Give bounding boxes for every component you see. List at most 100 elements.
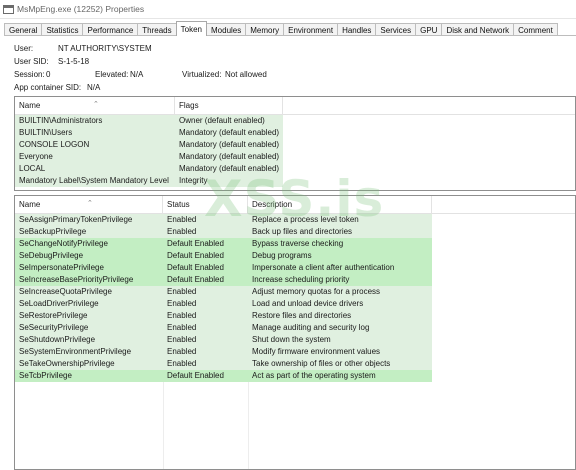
privileges-header: Name ⌃ Status Description — [15, 196, 575, 214]
group-row[interactable]: Everyone Mandatory (default enabled) — [15, 151, 283, 163]
privilege-row[interactable]: SeShutdownPrivilege Enabled Shut down the … — [15, 334, 432, 346]
tab-strip: General Statistics Performance Threads Token… — [4, 21, 558, 36]
window-app-icon — [3, 4, 14, 14]
privileges-col-name-label: Name — [19, 200, 41, 209]
sort-ascending-icon: ⌃ — [93, 101, 99, 108]
privilege-name: SeIncreaseQuotaPrivilege — [19, 287, 112, 296]
privilege-description: Modify firmware environment values — [252, 347, 381, 356]
privilege-name: SeIncreaseBasePriorityPrivilege — [19, 275, 134, 284]
privilege-name: SeLoadDriverPrivilege — [19, 299, 99, 308]
privilege-row[interactable]: SeBackupPrivilege Enabled Back up files an… — [15, 226, 432, 238]
group-name: BUILTIN\Administrators — [19, 116, 103, 125]
app-container-sid-value: N/A — [87, 83, 101, 92]
group-name: CONSOLE LOGON — [19, 140, 90, 149]
group-row[interactable]: BUILTIN\Users Mandatory (default enabled) — [15, 127, 283, 139]
groups-col-name-label: Name — [19, 101, 41, 110]
privilege-row[interactable]: SeImpersonatePrivilege Default Enabled Imp… — [15, 262, 432, 274]
group-row[interactable]: CONSOLE LOGON Mandatory (default enabled) — [15, 139, 283, 151]
elevated-label: Elevated: — [95, 70, 129, 79]
session-label: Session: — [14, 70, 45, 79]
privilege-status: Enabled — [167, 299, 197, 308]
privilege-description: Replace a process level token — [252, 215, 359, 224]
privilege-row[interactable]: SeSecurityPrivilege Enabled Manage auditin… — [15, 322, 432, 334]
privileges-list[interactable]: Name ⌃ Status Description SeAssignPrimar… — [14, 195, 576, 470]
privileges-col-name[interactable]: Name ⌃ — [15, 196, 163, 214]
group-flags: Integrity — [179, 176, 208, 185]
user-sid-label: User SID: — [14, 57, 49, 66]
privilege-status: Default Enabled — [167, 275, 224, 284]
privilege-description: Shut down the system — [252, 335, 331, 344]
privilege-description: Act as part of the operating system — [252, 371, 376, 380]
group-row[interactable]: Mandatory Label\System Mandatory Level In… — [15, 175, 283, 187]
privilege-row[interactable]: SeRestorePrivilege Enabled Restore files a… — [15, 310, 432, 322]
privilege-status: Enabled — [167, 323, 197, 332]
privilege-name: SeSecurityPrivilege — [19, 323, 89, 332]
privilege-name: SeTcbPrivilege — [19, 371, 72, 380]
group-name: Everyone — [19, 152, 53, 161]
window-title: MsMpEng.exe (12252) Properties — [17, 4, 145, 14]
privileges-col-status[interactable]: Status — [163, 196, 248, 214]
group-row[interactable]: LOCAL Mandatory (default enabled) — [15, 163, 283, 175]
privilege-name: SeDebugPrivilege — [19, 251, 84, 260]
virtualized-value: Not allowed — [225, 70, 267, 79]
group-flags: Mandatory (default enabled) — [179, 164, 280, 173]
privilege-name: SeSystemEnvironmentPrivilege — [19, 347, 132, 356]
privilege-name: SeAssignPrimaryTokenPrivilege — [19, 215, 133, 224]
group-name: Mandatory Label\System Mandatory Level — [19, 176, 169, 185]
privilege-row[interactable]: SeDebugPrivilege Default Enabled Debug pro… — [15, 250, 432, 262]
privilege-name: SeChangeNotifyPrivilege — [19, 239, 108, 248]
groups-col-flags[interactable]: Flags — [175, 97, 283, 115]
privilege-status: Enabled — [167, 347, 197, 356]
privilege-status: Default Enabled — [167, 251, 224, 260]
privilege-row[interactable]: SeLoadDriverPrivilege Enabled Load and unl… — [15, 298, 432, 310]
privilege-row[interactable]: SeIncreaseBasePriorityPrivilege Default E… — [15, 274, 432, 286]
groups-col-flags-label: Flags — [179, 101, 199, 110]
privilege-description: Restore files and directories — [252, 311, 352, 320]
privilege-row[interactable]: SeAssignPrimaryTokenPrivilege Enabled Repl… — [15, 214, 432, 226]
privilege-description: Back up files and directories — [252, 227, 353, 236]
group-name: BUILTIN\Users — [19, 128, 73, 137]
user-value: NT AUTHORITY\SYSTEM — [58, 44, 152, 53]
privilege-name: SeTakeOwnershipPrivilege — [19, 359, 115, 368]
privilege-name: SeBackupPrivilege — [19, 227, 87, 236]
group-row[interactable]: BUILTIN\Administrators Owner (default ena… — [15, 115, 283, 127]
session-value: 0 — [46, 70, 51, 79]
privilege-row[interactable]: SeTcbPrivilege Default Enabled Act as part… — [15, 370, 432, 382]
privilege-description: Increase scheduling priority — [252, 275, 350, 284]
privilege-status: Default Enabled — [167, 239, 224, 248]
privilege-status: Enabled — [167, 287, 197, 296]
group-flags: Mandatory (default enabled) — [179, 128, 280, 137]
group-flags: Mandatory (default enabled) — [179, 140, 280, 149]
privilege-status: Enabled — [167, 335, 197, 344]
privilege-description: Manage auditing and security log — [252, 323, 370, 332]
tab-token[interactable]: Token — [175, 21, 207, 36]
privilege-status: Default Enabled — [167, 263, 224, 272]
privilege-name: SeRestorePrivilege — [19, 311, 88, 320]
privileges-col-status-label: Status — [167, 200, 190, 209]
privilege-description: Bypass traverse checking — [252, 239, 344, 248]
privilege-row[interactable]: SeSystemEnvironmentPrivilege Enabled Modif… — [15, 346, 432, 358]
app-container-sid-label: App container SID: — [14, 83, 82, 92]
privilege-description: Adjust memory quotas for a process — [252, 287, 381, 296]
privilege-name: SeImpersonatePrivilege — [19, 263, 104, 272]
privilege-name: SeShutdownPrivilege — [19, 335, 96, 344]
group-name: LOCAL — [19, 164, 46, 173]
privilege-description: Take ownership of files or other objects — [252, 359, 391, 368]
privilege-row[interactable]: SeTakeOwnershipPrivilege Enabled Take owne… — [15, 358, 432, 370]
groups-header: Name ⌃ Flags — [15, 97, 575, 115]
groups-col-name[interactable]: Name ⌃ — [15, 97, 175, 115]
privilege-status: Enabled — [167, 311, 197, 320]
groups-list[interactable]: Name ⌃ Flags BUILTIN\Administrators Owner… — [14, 96, 576, 191]
privilege-status: Enabled — [167, 215, 197, 224]
sort-ascending-icon: ⌃ — [87, 200, 93, 207]
privilege-status: Default Enabled — [167, 371, 224, 380]
privilege-description: Impersonate a client after authenticatio… — [252, 263, 395, 272]
privilege-status: Enabled — [167, 359, 197, 368]
group-flags: Mandatory (default enabled) — [179, 152, 280, 161]
privilege-row[interactable]: SeIncreaseQuotaPrivilege Enabled Adjust me… — [15, 286, 432, 298]
privilege-row[interactable]: SeChangeNotifyPrivilege Default Enabled By… — [15, 238, 432, 250]
privileges-col-description-label: Description — [252, 200, 293, 209]
privilege-description: Load and unload device drivers — [252, 299, 364, 308]
group-flags: Owner (default enabled) — [179, 116, 265, 125]
privileges-col-description[interactable]: Description — [248, 196, 432, 214]
